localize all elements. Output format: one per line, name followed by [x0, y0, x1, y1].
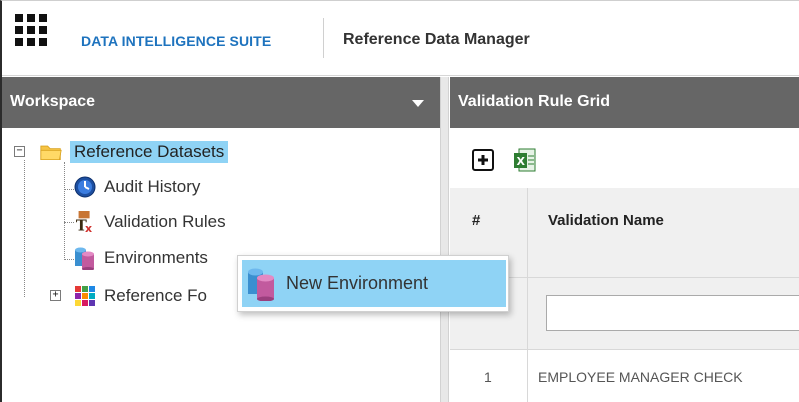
row-number: 1 — [484, 369, 492, 385]
module-title: Reference Data Manager — [343, 31, 530, 48]
grid-header: Validation Rule Grid — [450, 77, 799, 128]
tree-item-validation-rules[interactable]: T x Validation Rules — [74, 209, 226, 235]
tree-item-label: Reference Fo — [104, 286, 207, 305]
tree-connector — [64, 189, 74, 190]
collapse-toggle[interactable]: − — [14, 146, 25, 157]
column-header-validation-name[interactable]: Validation Name — [528, 188, 799, 278]
tree-item-label: Reference Datasets — [70, 141, 229, 163]
tree-item-label: Environments — [104, 248, 208, 267]
workspace-header: Workspace — [2, 77, 440, 128]
menu-item-new-environment[interactable]: New Environment — [242, 260, 506, 307]
clock-icon — [74, 176, 96, 198]
grid-colors-icon — [74, 285, 96, 307]
table-row[interactable]: EMPLOYEE MANAGER CHECK — [528, 350, 799, 402]
tree-item-label: Audit History — [104, 177, 201, 196]
tree-connector — [24, 160, 25, 297]
database-icon — [74, 247, 96, 270]
excel-export-icon[interactable]: X — [514, 148, 536, 172]
tree-connector — [64, 259, 74, 260]
tree-item-audit-history[interactable]: Audit History — [74, 174, 200, 200]
filter-cell-validation-name — [528, 278, 799, 350]
tree-item-label: Validation Rules — [104, 212, 226, 231]
svg-text:X: X — [517, 155, 526, 168]
database-icon — [246, 267, 276, 301]
panel-splitter[interactable] — [440, 77, 449, 402]
suite-title[interactable]: DATA INTELLIGENCE SUITE — [81, 33, 271, 49]
menu-item-label: New Environment — [286, 273, 429, 293]
tree-item-reference-datasets[interactable]: Reference Datasets — [40, 139, 229, 165]
table-row-number[interactable]: 1 — [450, 350, 528, 402]
grid-toolbar: X — [450, 128, 799, 188]
header-divider — [323, 18, 324, 58]
context-menu: New Environment — [237, 255, 509, 312]
app-launcher-icon[interactable] — [15, 14, 47, 46]
tree-connector — [64, 222, 74, 223]
column-header-label: Validation Name — [548, 212, 664, 229]
column-header-label: # — [472, 212, 481, 229]
workspace-dropdown-icon[interactable] — [412, 100, 424, 107]
tree-item-environments[interactable]: Environments — [74, 245, 208, 271]
tree-connector — [64, 162, 65, 260]
add-icon[interactable] — [472, 148, 494, 172]
validation-name-cell: EMPLOYEE MANAGER CHECK — [538, 369, 743, 385]
tree-item-reference-formats[interactable]: Reference Fo — [74, 283, 207, 309]
top-header: DATA INTELLIGENCE SUITE Reference Data M… — [2, 1, 799, 76]
folder-icon — [40, 141, 62, 163]
grid-title: Validation Rule Grid — [458, 93, 611, 110]
svg-text:x: x — [85, 222, 92, 234]
expand-toggle[interactable]: + — [50, 290, 61, 301]
workspace-title: Workspace — [10, 93, 96, 110]
tx-rules-icon: T x — [74, 211, 96, 234]
validation-name-filter-input[interactable] — [546, 295, 799, 331]
